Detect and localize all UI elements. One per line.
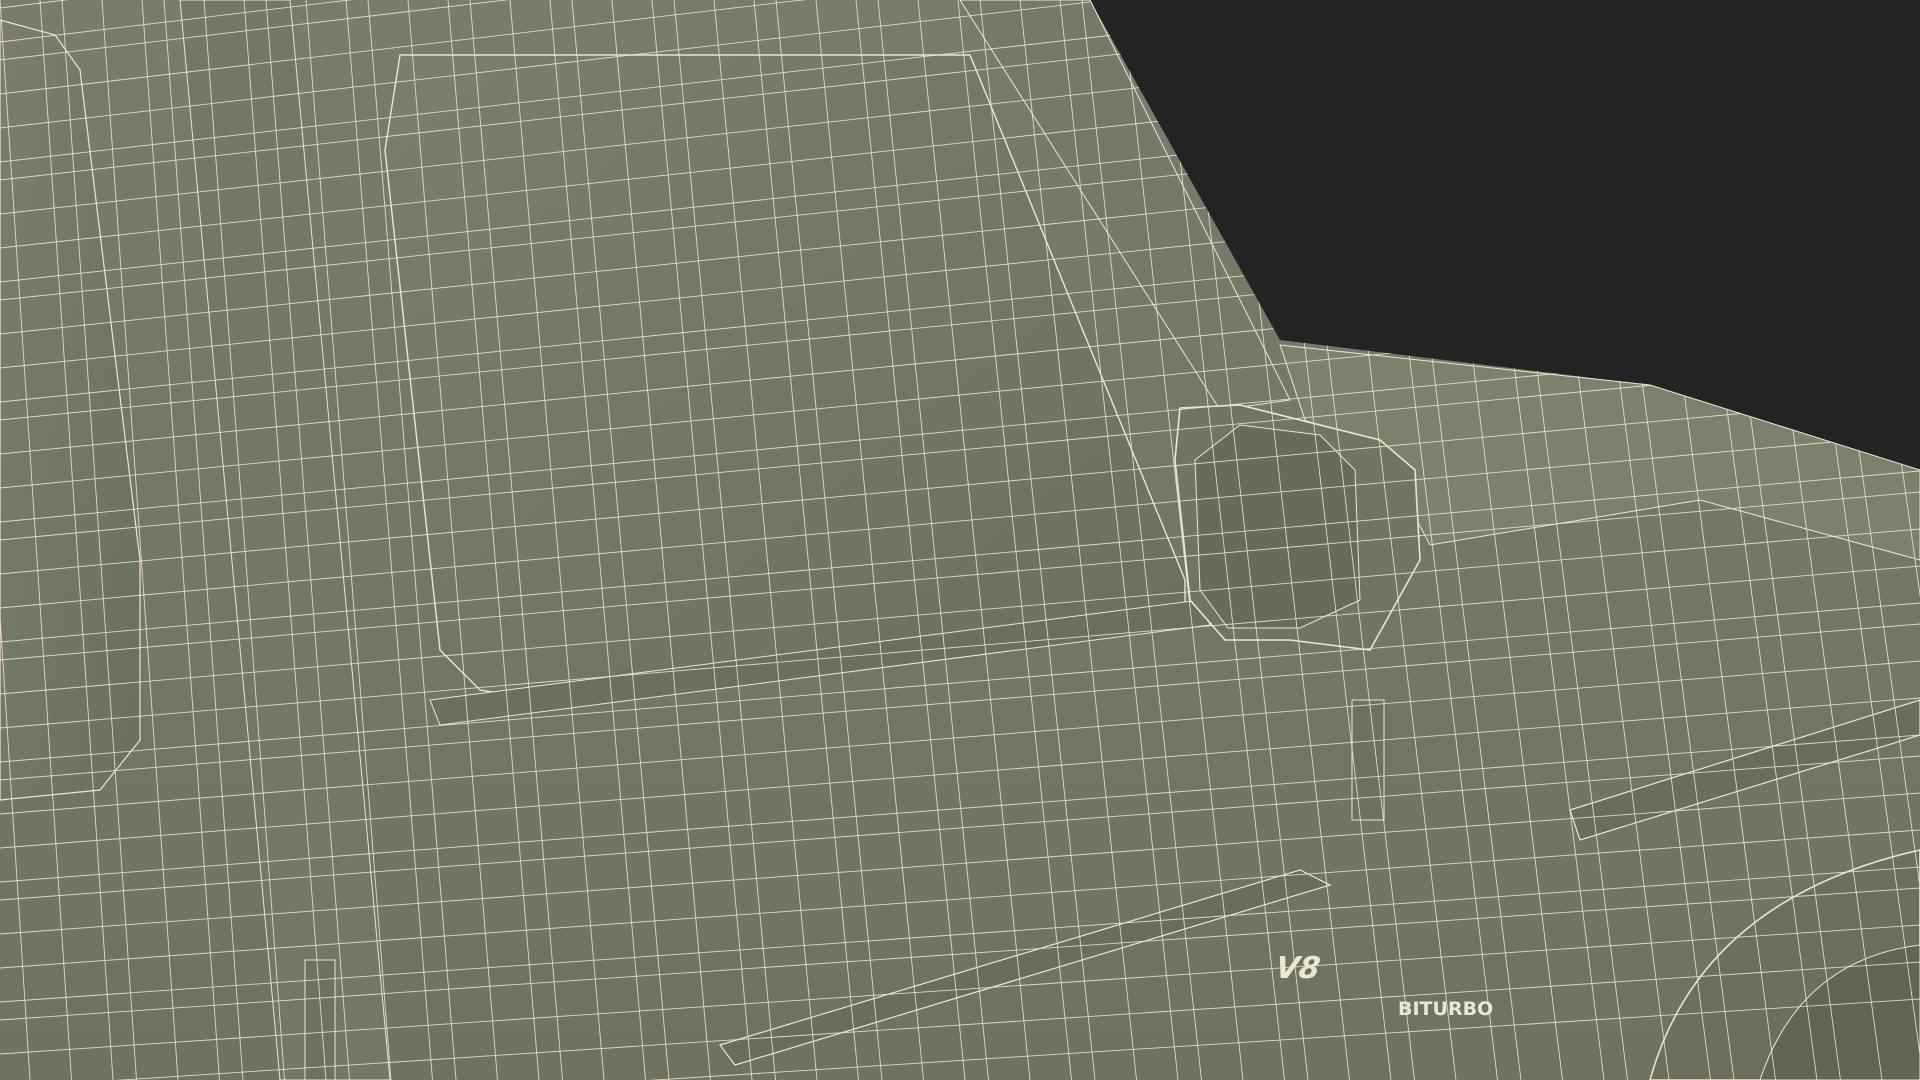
front-door-hinge [1351,699,1385,821]
rear-door-hinge [304,959,336,1080]
wireframe-render: V8 BITURBO [0,0,1920,1080]
badge-biturbo: BITURBO [1398,998,1493,1020]
badge-v8: V8 [1273,951,1322,986]
mirror-face [1194,424,1361,629]
